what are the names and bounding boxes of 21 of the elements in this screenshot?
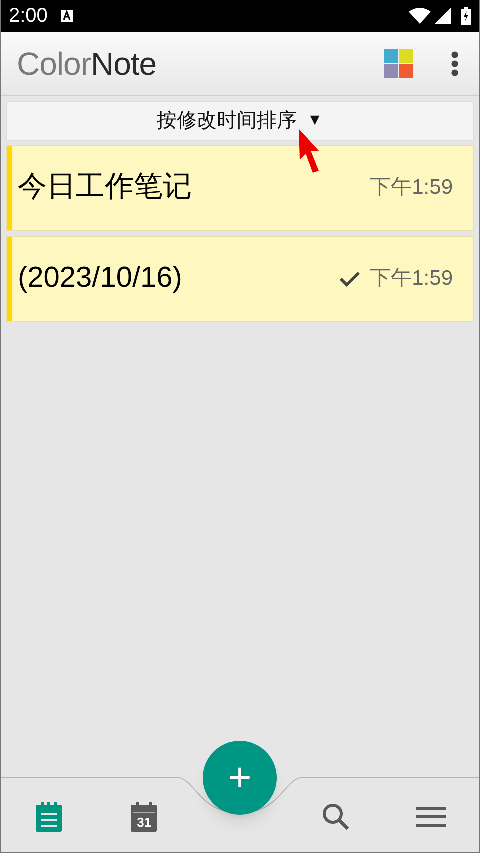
pointer-arrow-icon [299, 129, 321, 173]
search-icon[interactable] [322, 803, 350, 831]
sort-dropdown[interactable]: 按修改时间排序 ▼ [6, 101, 474, 141]
note-time: 下午1:59 [370, 175, 453, 202]
status-time: 2:00 [9, 4, 48, 29]
note-item[interactable]: (2023/10/16) 下午1:59 [6, 236, 474, 322]
add-note-button[interactable]: + [203, 741, 277, 815]
note-item[interactable]: 今日工作笔记 下午1:59 [6, 145, 474, 231]
more-options-icon[interactable] [451, 50, 459, 76]
color-palette-icon[interactable] [384, 48, 414, 78]
signal-icon [435, 8, 451, 24]
note-time: 下午1:59 [370, 266, 453, 292]
wifi-icon [409, 8, 431, 24]
notes-icon[interactable] [36, 802, 62, 832]
note-title: 今日工作笔记 [18, 170, 193, 206]
menu-icon[interactable] [416, 807, 446, 827]
calendar-icon[interactable]: 31 [131, 802, 158, 832]
battery-icon [461, 7, 471, 25]
app-logo: ColorNote [17, 48, 157, 80]
note-title: (2023/10/16) [18, 261, 184, 296]
notification-icon [60, 10, 73, 22]
